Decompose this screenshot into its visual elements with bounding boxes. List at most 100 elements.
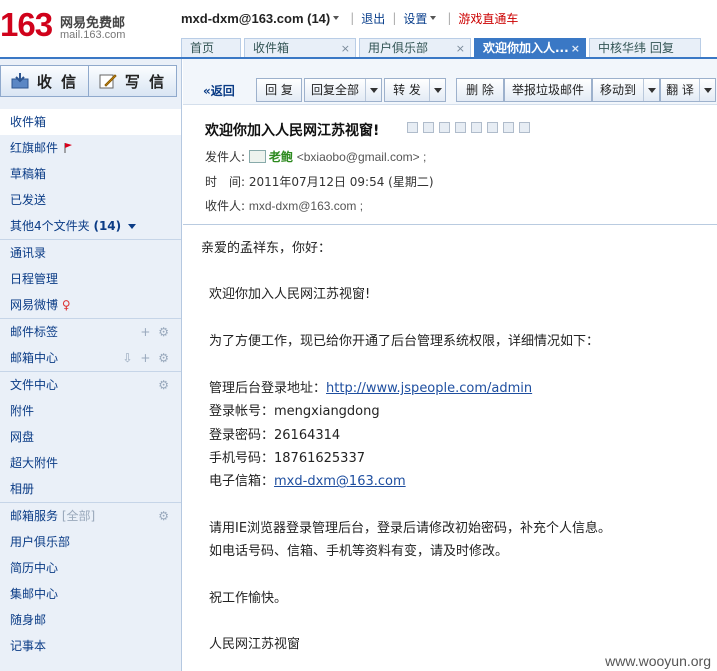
- sidebar-item-portable[interactable]: 随身邮: [0, 607, 181, 633]
- main-pane: «返回 回 复 回复全部 转 发 删 除 举报垃圾邮件 移动到 翻 译 欢迎你加…: [183, 59, 717, 671]
- sidebar-item-netdisk[interactable]: 网盘: [0, 424, 181, 450]
- flag-icon: [64, 136, 73, 153]
- reply-all-button[interactable]: 回复全部: [304, 78, 382, 102]
- sidebar-item-big-attach[interactable]: 超大附件: [0, 450, 181, 476]
- sender-address: <bxiaobo@gmail.com> ;: [296, 150, 427, 164]
- sidebar-item-stamps[interactable]: 集邮中心: [0, 581, 181, 607]
- mail-icon[interactable]: [439, 122, 450, 133]
- user-email: mxd-dxm@163.com: [181, 10, 304, 26]
- close-icon[interactable]: ×: [341, 39, 350, 58]
- sidebar-item-drafts[interactable]: 草稿箱: [0, 161, 181, 187]
- back-link[interactable]: «返回: [203, 82, 235, 99]
- note-icon[interactable]: [455, 122, 466, 133]
- down-icon[interactable]: [503, 122, 514, 133]
- sidebar-item-notes[interactable]: 记事本: [0, 633, 181, 659]
- welcome-line: 欢迎你加入人民网江苏视窗!: [209, 287, 371, 302]
- sidebar-item-resume[interactable]: 简历中心: [0, 555, 181, 581]
- tab-club[interactable]: 用户俱乐部 ×: [359, 38, 471, 58]
- greeting: 亲爱的孟祥东，你好：: [201, 241, 332, 256]
- services-all-link[interactable]: [全部]: [62, 509, 95, 523]
- settings-link[interactable]: 设置: [403, 10, 427, 27]
- gear-icon[interactable]: ⚙: [158, 325, 171, 339]
- admin-url-line: 管理后台登录地址：http://www.jspeople.com/admin: [209, 381, 533, 396]
- print-icon[interactable]: [471, 122, 482, 133]
- sidebar-item-club[interactable]: 用户俱乐部: [0, 529, 181, 555]
- subject-actions: [407, 122, 535, 133]
- up-icon[interactable]: [487, 122, 498, 133]
- phone-line: 手机号码：18761625337: [209, 451, 365, 466]
- reply-button[interactable]: 回 复: [256, 78, 302, 102]
- chevron-down-icon[interactable]: [643, 79, 659, 101]
- logo-domain: mail.163.com: [60, 29, 126, 41]
- download-icon[interactable]: ⇩: [122, 351, 134, 365]
- folder-nav: 收件箱 红旗邮件 草稿箱 已发送 其他4个文件夹 (14) 通讯录 日程管理 网…: [0, 109, 181, 659]
- move-to-button[interactable]: 移动到: [592, 78, 660, 102]
- sidebar-item-tags[interactable]: 邮件标签 + ⚙: [0, 319, 181, 345]
- sidebar-item-inbox[interactable]: 收件箱: [0, 109, 181, 135]
- sidebar-item-other-folders[interactable]: 其他4个文件夹 (14): [0, 213, 181, 239]
- from-row: 发件人: 老鲍 <bxiaobo@gmail.com> ;: [205, 150, 427, 164]
- note-line-1: 请用IE浏览器登录管理后台，登录后请修改初始密码，补充个人信息。: [209, 521, 612, 536]
- sidebar-item-attachments[interactable]: 附件: [0, 398, 181, 424]
- delete-button[interactable]: 删 除: [456, 78, 504, 102]
- tab-inbox[interactable]: 收件箱 ×: [244, 38, 356, 58]
- forward-button[interactable]: 转 发: [384, 78, 446, 102]
- gear-icon[interactable]: ⚙: [158, 351, 171, 365]
- chevron-down-icon[interactable]: [699, 79, 715, 101]
- sidebar-item-file-center[interactable]: 文件中心 ⚙: [0, 372, 181, 398]
- sidebar-item-calendar[interactable]: 日程管理: [0, 266, 181, 292]
- plus-icon[interactable]: +: [140, 351, 152, 365]
- mail-body: 亲爱的孟祥东，你好： 欢迎你加入人民网江苏视窗! 为了方便工作，现已给你开通了后…: [183, 225, 717, 671]
- sidebar-item-mail-center[interactable]: 邮箱中心 ⇩ + ⚙: [0, 345, 181, 371]
- logout-link[interactable]: 退出: [361, 10, 385, 27]
- chevron-down-icon[interactable]: [365, 79, 381, 101]
- sidebar-item-sent[interactable]: 已发送: [0, 187, 181, 213]
- sidebar-item-contacts[interactable]: 通讯录: [0, 240, 181, 266]
- webmail-window: 163 网易免费邮 mail.163.com mxd-dxm@163.com (…: [0, 0, 717, 671]
- tab-bar: 首页 收件箱 × 用户俱乐部 × 欢迎你加入人... × 中核华纬 回复: [181, 38, 704, 58]
- sidebar-item-services[interactable]: 邮箱服务 [全部] ⚙: [0, 503, 181, 529]
- plus-icon[interactable]: +: [140, 325, 152, 339]
- tab-home[interactable]: 首页: [181, 38, 241, 58]
- mail-subject: 欢迎你加入人民网江苏视窗!: [205, 123, 380, 139]
- tab-reply-mail[interactable]: 中核华纬 回复: [589, 38, 701, 58]
- popout-icon[interactable]: [423, 122, 434, 133]
- to-row: 收件人: mxd-dxm@163.com ;: [205, 199, 364, 213]
- gear-icon[interactable]: ⚙: [158, 509, 171, 523]
- compose-row: 收 信 写 信: [0, 65, 177, 97]
- intro-line: 为了方便工作，现已给你开通了后台管理系统权限，详细情况如下：: [209, 334, 600, 349]
- chevron-down-icon: [127, 224, 136, 229]
- tab-current-mail[interactable]: 欢迎你加入人... ×: [474, 38, 586, 58]
- translate-button[interactable]: 翻 译: [660, 78, 716, 102]
- user-account[interactable]: mxd-dxm@163.com (14): [181, 11, 330, 26]
- compose-button[interactable]: 写 信: [89, 65, 177, 97]
- sidebar-item-weibo[interactable]: 网易微博 ♀: [0, 292, 181, 318]
- close-icon[interactable]: ×: [571, 39, 580, 58]
- mail-time: 2011年07月12日 09:54 (星期二): [248, 175, 434, 189]
- flag-icon[interactable]: [407, 122, 418, 133]
- account-line: 登录帐号：mengxiangdong: [209, 404, 380, 419]
- sender-name[interactable]: 老鲍: [269, 150, 293, 164]
- logo[interactable]: 163 网易免费邮 mail.163.com: [0, 6, 178, 46]
- email-link[interactable]: mxd-dxm@163.com: [274, 474, 406, 489]
- receive-button[interactable]: 收 信: [0, 65, 89, 97]
- wish-line: 祝工作愉快。: [209, 591, 288, 606]
- game-link[interactable]: 游戏直通车: [458, 10, 518, 27]
- sidebar-item-flagged[interactable]: 红旗邮件: [0, 135, 181, 161]
- report-spam-button[interactable]: 举报垃圾邮件: [504, 78, 592, 102]
- chevron-down-icon[interactable]: [429, 79, 445, 101]
- header: 163 网易免费邮 mail.163.com mxd-dxm@163.com (…: [0, 0, 717, 59]
- close-icon[interactable]: ×: [456, 39, 465, 58]
- time-row: 时 间: 2011年07月12日 09:54 (星期二): [205, 175, 434, 189]
- admin-url-link[interactable]: http://www.jspeople.com/admin: [326, 381, 532, 396]
- inbox-icon: [11, 73, 29, 89]
- password-line: 登录密码：26164314: [209, 428, 341, 443]
- chevron-down-icon[interactable]: [430, 16, 437, 20]
- chevron-down-icon[interactable]: [333, 16, 340, 20]
- expand-icon[interactable]: [519, 122, 530, 133]
- watermark: www.wooyun.org: [605, 653, 711, 669]
- sidebar-item-album[interactable]: 相册: [0, 476, 181, 502]
- gear-icon[interactable]: ⚙: [158, 378, 171, 392]
- contact-card-icon[interactable]: [248, 150, 266, 163]
- mail-header: 欢迎你加入人民网江苏视窗! 发件人: 老鲍 <bxiaobo@gmail.com…: [183, 105, 717, 225]
